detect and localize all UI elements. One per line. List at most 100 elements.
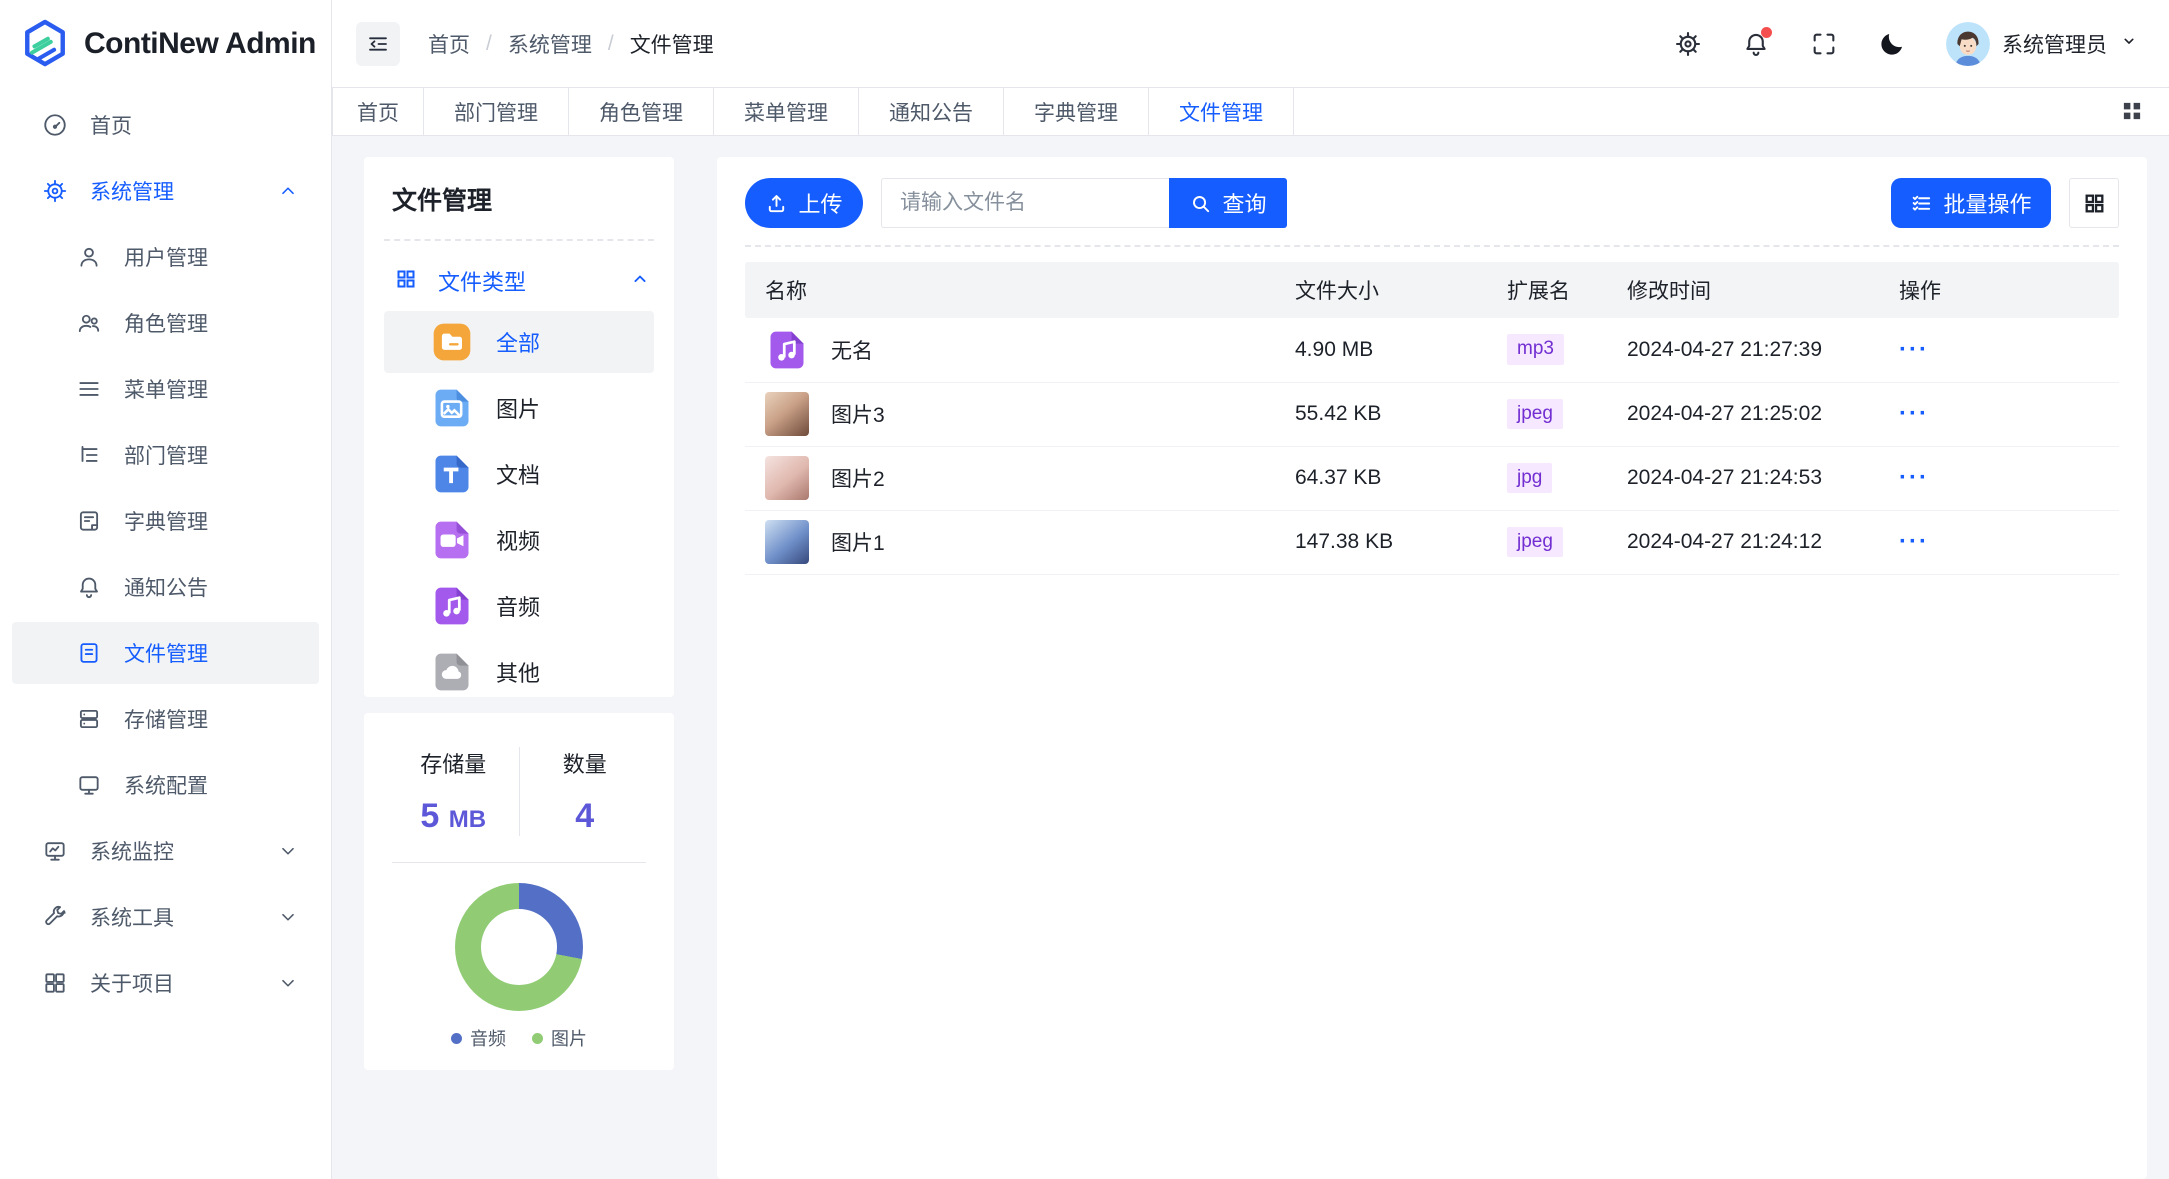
file-type-image[interactable]: 图片 — [384, 377, 654, 439]
file-time: 2024-04-27 21:24:53 — [1627, 446, 1899, 510]
file-size: 4.90 MB — [1295, 318, 1507, 382]
sidebar-item-system-tools[interactable]: 系统工具 — [12, 886, 319, 948]
file-name: 图片1 — [831, 527, 885, 557]
notification-bell-icon[interactable] — [1742, 30, 1770, 58]
sidebar: ContiNew Admin 首页 系统管理 用户管理 角色管理 — [0, 0, 332, 1179]
sidebar-menu: 首页 系统管理 用户管理 角色管理 菜单管理 部门管理 — [0, 88, 331, 1014]
users-icon — [76, 310, 102, 336]
folder-icon — [430, 320, 474, 364]
file-type-video[interactable]: 视频 — [384, 509, 654, 571]
menu-lines-icon — [76, 376, 102, 402]
dark-mode-icon[interactable] — [1878, 30, 1906, 58]
batch-actions-button[interactable]: 批量操作 — [1891, 178, 2051, 228]
file-size: 147.38 KB — [1295, 510, 1507, 574]
grid-view-icon — [2082, 191, 2107, 216]
sidebar-item-role-management[interactable]: 角色管理 — [12, 292, 319, 354]
brand-logo-icon — [22, 19, 68, 69]
file-type-document[interactable]: 文档 — [384, 443, 654, 505]
search-button[interactable]: 查询 — [1169, 178, 1287, 228]
col-size: 文件大小 — [1295, 262, 1507, 318]
sidebar-item-notice[interactable]: 通知公告 — [12, 556, 319, 618]
breadcrumb-separator: / — [486, 32, 492, 56]
video-file-icon — [430, 518, 474, 562]
row-actions-button[interactable]: ··· — [1899, 464, 1929, 491]
audio-file-icon — [765, 328, 809, 372]
tab-home[interactable]: 首页 — [332, 88, 424, 135]
file-icon — [76, 640, 102, 666]
tab-menu-management[interactable]: 菜单管理 — [714, 88, 859, 135]
legend-audio[interactable]: 音频 — [451, 1025, 506, 1051]
caret-down-icon — [2119, 31, 2139, 56]
legend-image[interactable]: 图片 — [532, 1025, 587, 1051]
file-time: 2024-04-27 21:24:12 — [1627, 510, 1899, 574]
count-label: 数量 — [520, 747, 651, 779]
table-row[interactable]: 图片3 55.42 KB jpeg 2024-04-27 21:25:02 ··… — [745, 382, 2119, 446]
tab-list-grid-icon[interactable] — [2119, 98, 2147, 126]
sidebar-item-system-monitor[interactable]: 系统监控 — [12, 820, 319, 882]
search-group: 查询 — [881, 178, 1287, 228]
tabs: 首页 部门管理 角色管理 菜单管理 通知公告 字典管理 文件管理 — [332, 88, 1294, 135]
table-row[interactable]: 图片1 147.38 KB jpeg 2024-04-27 21:24:12 ·… — [745, 510, 2119, 574]
breadcrumb-home[interactable]: 首页 — [428, 29, 470, 59]
col-ext: 扩展名 — [1507, 262, 1627, 318]
dashboard-icon — [42, 112, 68, 138]
row-actions-button[interactable]: ··· — [1899, 528, 1929, 555]
user-icon — [76, 244, 102, 270]
file-time: 2024-04-27 21:25:02 — [1627, 382, 1899, 446]
tab-dept-management[interactable]: 部门管理 — [424, 88, 569, 135]
tab-bar: 首页 部门管理 角色管理 菜单管理 通知公告 字典管理 文件管理 — [332, 88, 2169, 136]
stats-panel: 存储量 5 MB 数量 4 音频 — [364, 713, 674, 1070]
upload-button[interactable]: 上传 — [745, 178, 863, 228]
col-time: 修改时间 — [1627, 262, 1899, 318]
breadcrumb: 首页 / 系统管理 / 文件管理 — [428, 29, 714, 59]
storage-donut — [455, 883, 583, 1011]
breadcrumb-current: 文件管理 — [630, 29, 714, 59]
grid-view-button[interactable] — [2069, 178, 2119, 228]
audio-file-icon — [430, 584, 474, 628]
checklist-icon — [1910, 192, 1933, 215]
sidebar-item-dept-management[interactable]: 部门管理 — [12, 424, 319, 486]
sidebar-item-system-management[interactable]: 系统管理 — [12, 160, 319, 222]
breadcrumb-system[interactable]: 系统管理 — [508, 29, 592, 59]
storage-stat: 存储量 5 MB — [388, 747, 520, 836]
row-actions-button[interactable]: ··· — [1899, 336, 1929, 363]
row-actions-button[interactable]: ··· — [1899, 400, 1929, 427]
user-menu[interactable]: 系统管理员 — [1946, 22, 2139, 66]
app-window: ContiNew Admin 首页 系统管理 用户管理 角色管理 — [0, 0, 2169, 1179]
col-name: 名称 — [745, 262, 1295, 318]
file-thumbnail — [765, 456, 809, 500]
sidebar-collapse-button[interactable] — [356, 22, 400, 66]
other-file-icon — [430, 650, 474, 694]
file-type-group-header[interactable]: 文件类型 — [384, 259, 654, 311]
storage-value: 5 — [420, 797, 439, 835]
sidebar-item-file-management[interactable]: 文件管理 — [12, 622, 319, 684]
fullscreen-icon[interactable] — [1810, 30, 1838, 58]
sidebar-item-user-management[interactable]: 用户管理 — [12, 226, 319, 288]
sidebar-item-dict-management[interactable]: 字典管理 — [12, 490, 319, 552]
sidebar-item-home[interactable]: 首页 — [12, 94, 319, 156]
tab-notice[interactable]: 通知公告 — [859, 88, 1004, 135]
sidebar-item-about-project[interactable]: 关于项目 — [12, 952, 319, 1014]
grid-icon — [42, 970, 68, 996]
tab-file-management[interactable]: 文件管理 — [1149, 88, 1294, 135]
search-input[interactable] — [881, 178, 1169, 228]
document-file-icon — [430, 452, 474, 496]
tab-dict-management[interactable]: 字典管理 — [1004, 88, 1149, 135]
table-row[interactable]: 无名 4.90 MB mp3 2024-04-27 21:27:39 ··· — [745, 318, 2119, 382]
tab-role-management[interactable]: 角色管理 — [569, 88, 714, 135]
dictionary-icon — [76, 508, 102, 534]
chevron-up-icon — [630, 269, 650, 294]
tree-icon — [76, 442, 102, 468]
file-type-all[interactable]: 全部 — [384, 311, 654, 373]
breadcrumb-separator: / — [608, 32, 614, 56]
ext-badge: mp3 — [1507, 334, 1564, 365]
table-row[interactable]: 图片2 64.37 KB jpg 2024-04-27 21:24:53 ··· — [745, 446, 2119, 510]
sidebar-item-storage-management[interactable]: 存储管理 — [12, 688, 319, 750]
sidebar-item-menu-management[interactable]: 菜单管理 — [12, 358, 319, 420]
storage-chart: 音频 图片 — [388, 883, 650, 1051]
file-time: 2024-04-27 21:27:39 — [1627, 318, 1899, 382]
sidebar-item-system-config[interactable]: 系统配置 — [12, 754, 319, 816]
file-type-other[interactable]: 其他 — [384, 641, 654, 703]
file-type-audio[interactable]: 音频 — [384, 575, 654, 637]
settings-icon[interactable] — [1674, 30, 1702, 58]
